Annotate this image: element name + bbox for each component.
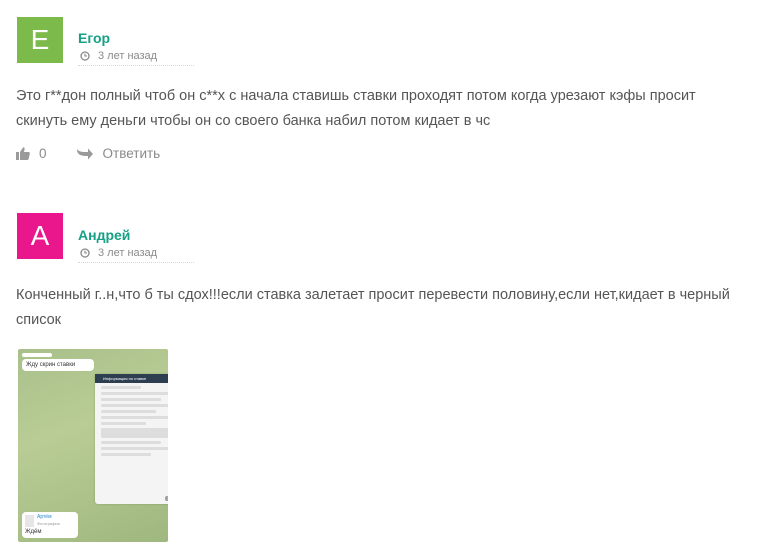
like-button[interactable]: 0	[16, 146, 47, 161]
clock-icon	[80, 51, 90, 61]
reply-label: Ответить	[102, 146, 161, 161]
avatar[interactable]: А	[17, 213, 63, 259]
meta-divider	[78, 262, 194, 263]
phone-screenshot: Информация по ставке 13:42	[95, 374, 168, 504]
phone-header: Информация по ставке	[95, 374, 168, 383]
meta-divider	[78, 65, 194, 66]
comment-time: 3 лет назад	[98, 247, 158, 259]
avatar[interactable]: E	[17, 17, 63, 63]
chat-bubble-stub	[22, 353, 52, 357]
thumbs-up-icon	[16, 147, 30, 160]
comment-time: 3 лет назад	[98, 50, 158, 62]
like-count: 0	[39, 146, 47, 161]
comment-meta: 3 лет назад	[80, 50, 157, 62]
chat-bubble-bottom: Артём Фотография Ждём	[22, 512, 78, 538]
comment-text: Это г**дон полный чтоб он с**х с начала …	[16, 88, 696, 129]
reply-arrow-icon	[76, 148, 93, 159]
reply-button[interactable]: Ответить	[76, 146, 161, 161]
comment-actions: 0 Ответить	[16, 146, 160, 161]
comment-attachment-image[interactable]: Жду скрин ставки Информация по ставке 13…	[18, 349, 168, 542]
chat-bubble-top: Жду скрин ставки	[22, 359, 94, 371]
clock-icon	[80, 248, 90, 258]
comment-meta: 3 лет назад	[80, 247, 157, 259]
comment-text: Конченный г..н,что б ты сдох!!!если став…	[16, 287, 730, 328]
comment-author[interactable]: Егор	[78, 30, 110, 46]
comment-author[interactable]: Андрей	[78, 227, 130, 243]
